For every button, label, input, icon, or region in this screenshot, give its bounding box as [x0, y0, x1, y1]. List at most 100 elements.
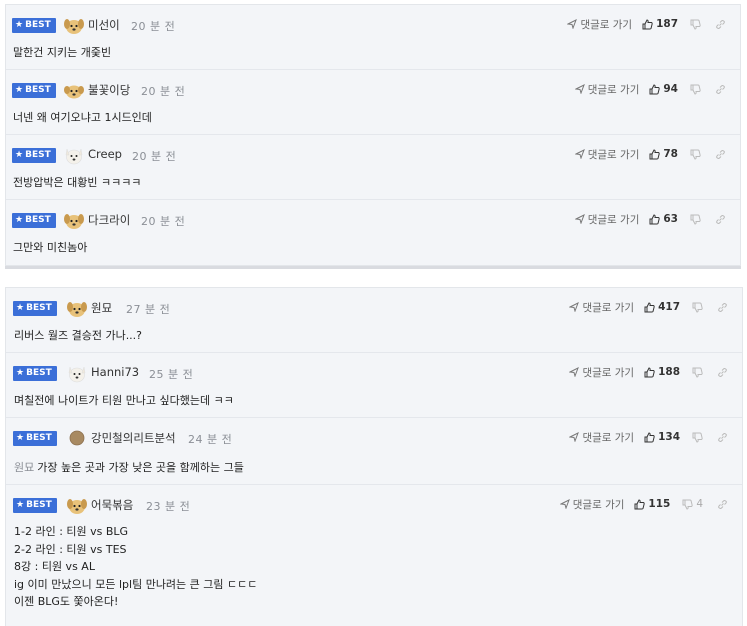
like-button[interactable]: 188 — [644, 366, 680, 378]
best-badge: ★ BEST — [13, 301, 57, 316]
star-icon: ★ — [16, 368, 25, 378]
comment-line: 2-2 라인 : 티원 vs TES — [14, 542, 127, 556]
reply-button[interactable]: 댓글로 가기 — [569, 430, 634, 445]
comment-line: ig 이미 만났으니 모든 lpl팀 만나려는 큰 그림 ㄷㄷㄷ — [14, 577, 258, 591]
puppy-icon[interactable] — [63, 79, 85, 101]
comment-text: 말한건 지키는 개줒빈 — [13, 46, 112, 59]
best-badge: ★ BEST — [12, 213, 56, 228]
send-icon — [567, 19, 578, 29]
thumbs-down-icon — [690, 19, 701, 30]
comment-text: 원묘 가장 높은 곳과 가장 낮은 곳을 함께하는 그들 — [14, 461, 244, 474]
nickname[interactable]: Creep — [88, 147, 122, 161]
dislike-button[interactable] — [692, 367, 703, 378]
like-button[interactable]: 134 — [644, 431, 680, 443]
reply-button[interactable]: 댓글로 가기 — [569, 300, 634, 315]
thumbs-down-icon — [682, 499, 693, 510]
nickname[interactable]: 불꽃이당 — [88, 82, 130, 98]
like-button[interactable]: 78 — [649, 148, 678, 160]
reply-button[interactable]: 댓글로 가기 — [574, 82, 639, 97]
white-dog-icon[interactable] — [63, 144, 85, 166]
dislike-button[interactable] — [690, 214, 701, 225]
comment-line: 1-2 라인 : 티원 vs BLG — [14, 525, 129, 538]
comment-actions: 댓글로 가기 94 — [574, 80, 726, 98]
share-button[interactable] — [715, 149, 726, 160]
best-badge: ★ BEST — [13, 366, 57, 381]
star-icon: ★ — [15, 85, 24, 95]
share-button[interactable] — [717, 302, 728, 313]
comment-text: 1-2 라인 : 티원 vs BLG 2-2 라인 : 티원 vs TES 8강… — [14, 523, 257, 611]
thumbs-down-icon — [690, 214, 701, 225]
white-dog-icon[interactable] — [66, 362, 88, 384]
comment-text: 며칠전에 나이트가 티원 만나고 싶다했는데 ㅋㅋ — [14, 394, 234, 407]
dislike-button[interactable] — [692, 432, 703, 443]
nickname[interactable]: 어묵볶음 — [91, 497, 133, 513]
send-icon — [574, 149, 585, 159]
puppy-icon[interactable] — [63, 209, 85, 231]
reply-button[interactable]: 댓글로 가기 — [559, 497, 624, 512]
dislike-button[interactable] — [690, 19, 701, 30]
comment-text: 그만와 미친놈아 — [13, 241, 88, 254]
nickname[interactable]: 다크라이 — [88, 212, 130, 228]
thumbs-up-icon — [649, 148, 661, 159]
round-avatar-icon[interactable] — [66, 427, 88, 449]
puppy-icon[interactable] — [66, 494, 88, 516]
reply-button[interactable]: 댓글로 가기 — [569, 365, 634, 380]
like-button[interactable]: 417 — [644, 301, 680, 313]
nickname[interactable]: 강민철의리트분석 — [91, 430, 176, 446]
timestamp: 25 분 전 — [149, 368, 194, 381]
share-button[interactable] — [715, 84, 726, 95]
thumbs-up-icon — [642, 18, 653, 29]
like-button[interactable]: 187 — [642, 18, 678, 30]
comment-text: 전방압박은 대황빈 ㅋㅋㅋㅋ — [13, 176, 142, 189]
thumbs-down-icon — [692, 432, 703, 443]
dislike-button[interactable]: 4 — [682, 498, 703, 510]
share-button[interactable] — [717, 432, 728, 443]
share-button[interactable] — [717, 499, 728, 510]
timestamp: 20 분 전 — [131, 20, 176, 33]
like-button[interactable]: 115 — [634, 498, 670, 510]
dislike-button[interactable] — [690, 149, 701, 160]
link-icon — [718, 367, 727, 377]
like-button[interactable]: 94 — [649, 83, 678, 95]
thumbs-down-icon — [690, 84, 701, 95]
best-badge: ★ BEST — [12, 18, 56, 33]
share-button[interactable] — [715, 214, 726, 225]
puppy-icon[interactable] — [63, 14, 85, 36]
comment-actions: 댓글로 가기 417 — [569, 298, 728, 316]
send-icon — [574, 214, 585, 224]
reply-button[interactable]: 댓글로 가기 — [574, 212, 639, 227]
dislike-button[interactable] — [692, 302, 703, 313]
nickname[interactable]: 미선이 — [88, 17, 120, 33]
comment-item: ★ BEST 어묵볶음 23 분 전 댓글로 가기 115 4 1-2 라인 : … — [6, 485, 742, 625]
comment-panel-top: ★ BEST 미선이 20 분 전 댓글로 가기 187 말한건 지키는 개줒빈 … — [5, 4, 741, 266]
mention-link[interactable]: 원묘 — [14, 461, 34, 474]
best-badge: ★ BEST — [12, 83, 56, 98]
link-icon — [718, 432, 727, 442]
send-icon — [559, 499, 570, 509]
thumbs-up-icon — [644, 366, 655, 377]
dislike-button[interactable] — [690, 84, 701, 95]
reply-button[interactable]: 댓글로 가기 — [574, 147, 639, 162]
nickname[interactable]: 원묘 — [91, 300, 112, 316]
like-button[interactable]: 63 — [649, 213, 678, 225]
send-icon — [569, 367, 580, 377]
share-button[interactable] — [715, 19, 726, 30]
link-icon — [716, 214, 725, 224]
star-icon: ★ — [16, 500, 25, 510]
star-icon: ★ — [16, 303, 25, 313]
link-icon — [718, 302, 727, 312]
comment-text: 리버스 월즈 결승전 가나...? — [14, 329, 143, 342]
star-icon: ★ — [15, 20, 24, 30]
comment-item: ★ BEST Hanni73 25 분 전 댓글로 가기 188 며칠전에 나이트… — [6, 353, 742, 418]
thumbs-up-icon — [644, 431, 655, 442]
comment-actions: 댓글로 가기 115 4 — [559, 495, 728, 513]
share-button[interactable] — [717, 367, 728, 378]
nickname[interactable]: Hanni73 — [91, 365, 139, 379]
comment-item: ★ BEST 강민철의리트분석 24 분 전 댓글로 가기 134 원묘 가장 높은… — [6, 418, 742, 485]
star-icon: ★ — [15, 215, 24, 225]
comment-actions: 댓글로 가기 134 — [569, 428, 728, 446]
thumbs-down-icon — [690, 149, 701, 160]
reply-button[interactable]: 댓글로 가기 — [567, 17, 632, 32]
send-icon — [574, 84, 585, 94]
puppy-icon[interactable] — [66, 297, 88, 319]
